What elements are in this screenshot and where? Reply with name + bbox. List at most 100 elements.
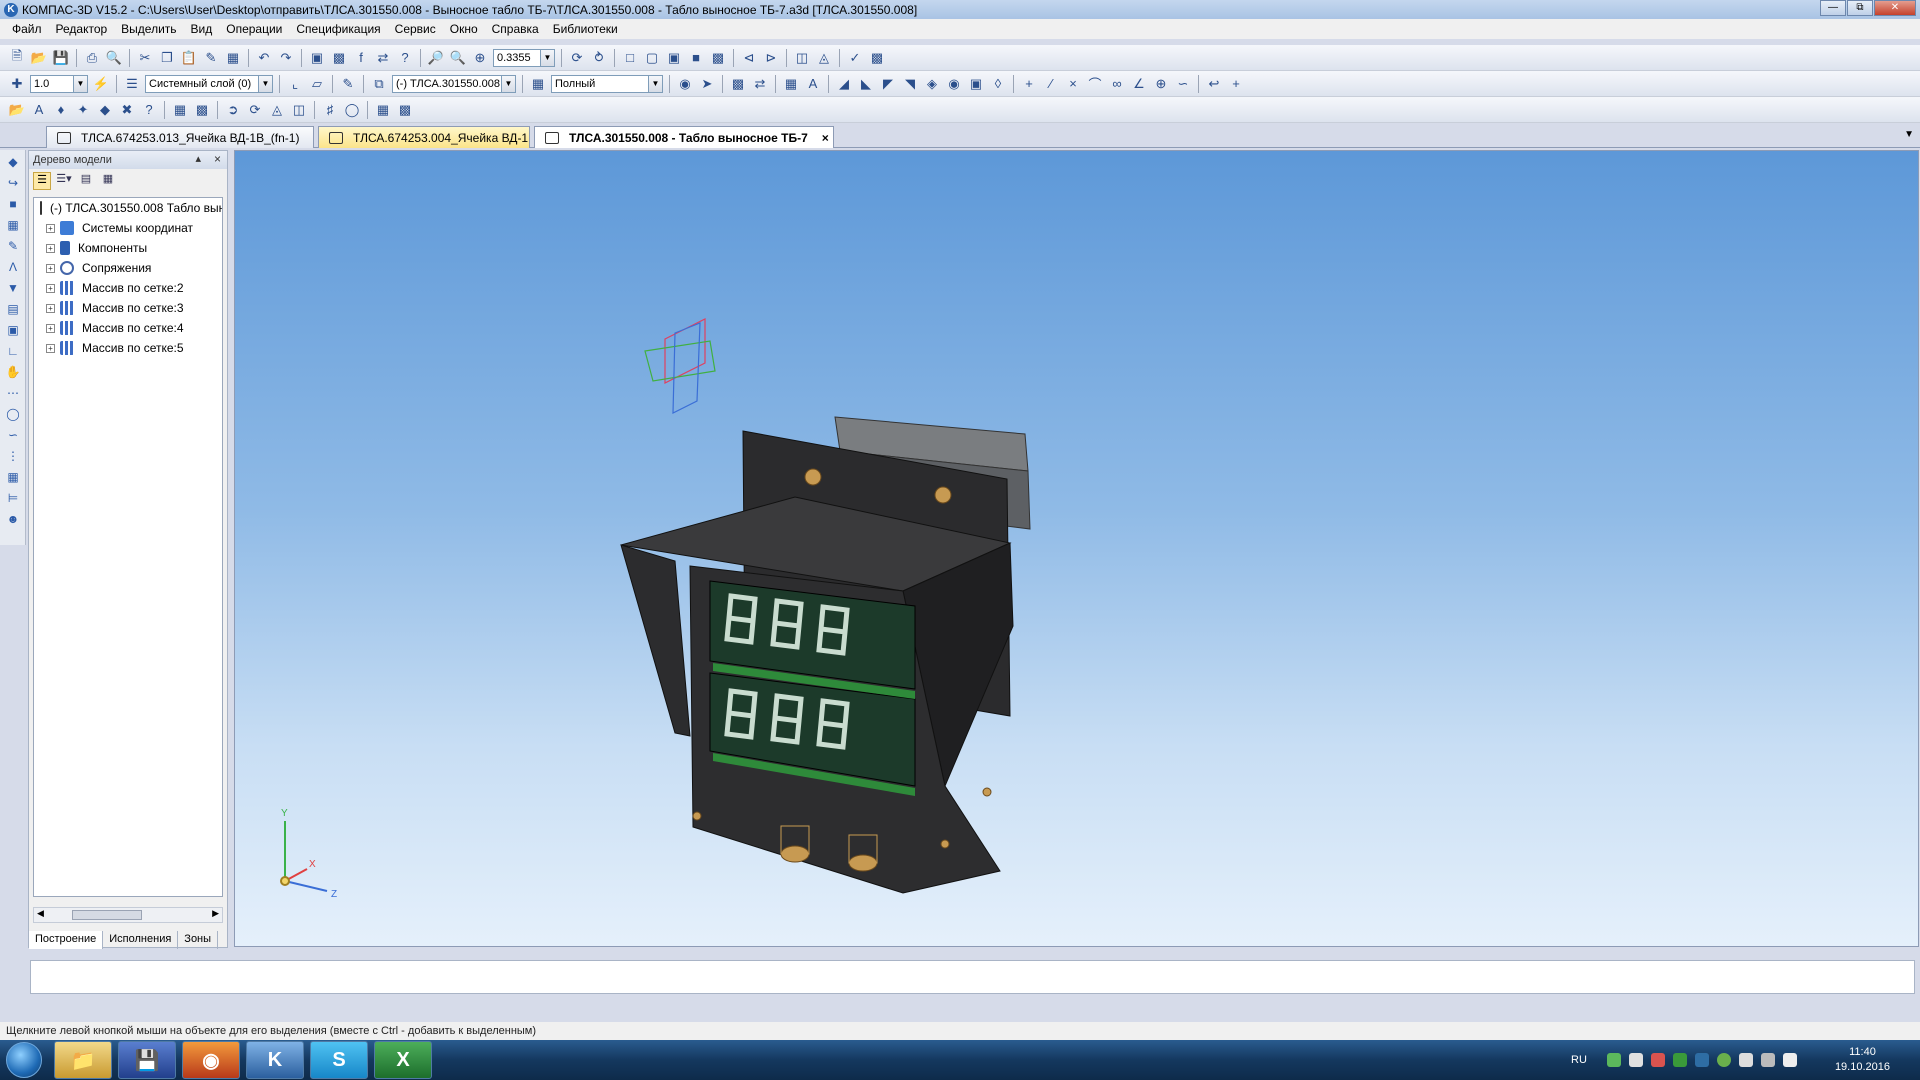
edit-part-icon[interactable]: ◆ (5, 155, 21, 171)
rotate-component-icon[interactable]: ⟳ (246, 101, 264, 119)
expand-icon[interactable]: + (46, 323, 55, 333)
zoom-combo[interactable]: 0.3355 ▼ (493, 48, 555, 67)
axis-icon[interactable]: ∞ (1108, 75, 1126, 93)
pin-icon[interactable]: ▴ (195, 152, 201, 165)
open-icon[interactable]: 📂 (30, 49, 48, 67)
local-cs-icon[interactable]: ⌞ (286, 75, 304, 93)
properties-icon[interactable]: ✎ (202, 49, 220, 67)
wireframe-icon[interactable]: □ (621, 49, 639, 67)
step-icon[interactable]: ✚ (8, 75, 26, 93)
section-icon[interactable]: ⊳ (762, 49, 780, 67)
add-component-icon[interactable]: ◬ (815, 49, 833, 67)
hand-tool-icon[interactable]: ✋ (5, 365, 21, 381)
table-icon[interactable]: ▦ (224, 49, 242, 67)
extrude-icon[interactable]: ■ (5, 197, 21, 213)
mate-icon[interactable]: ♯ (321, 101, 339, 119)
plane-icon[interactable]: ▱ (308, 75, 326, 93)
filter-tool-icon[interactable]: ▼ (5, 281, 21, 297)
tray-app-1-icon[interactable] (1606, 1053, 1621, 1067)
mass-properties-icon[interactable]: ▩ (868, 49, 886, 67)
constraint-icon[interactable]: ⊕ (1152, 75, 1170, 93)
pin-tool-icon[interactable]: ⊨ (5, 491, 21, 507)
people-tool-icon[interactable]: ☻ (5, 512, 21, 528)
variables-icon[interactable]: f (352, 49, 370, 67)
menu-help[interactable]: Справка (492, 22, 539, 36)
tree-item[interactable]: + Системы координат (34, 218, 222, 238)
surface-2-icon[interactable]: ◣ (857, 75, 875, 93)
expand-icon[interactable]: + (46, 303, 55, 313)
component-4-icon[interactable]: ◫ (290, 101, 308, 119)
expand-icon[interactable]: + (46, 343, 55, 353)
tab-cell-vd-1v[interactable]: ТЛСА.674253.013_Ячейка ВД-1В_(fn-1) (46, 126, 314, 148)
redo-icon[interactable]: ↷ (277, 49, 295, 67)
shaded-edges-icon[interactable]: ▩ (709, 49, 727, 67)
menu-window[interactable]: Окно (450, 22, 478, 36)
tray-app-5-icon[interactable] (1694, 1053, 1709, 1067)
menu-editor[interactable]: Редактор (56, 22, 108, 36)
edit-object-icon[interactable]: ✎ (339, 75, 357, 93)
hidden-lines-icon[interactable]: ▢ (643, 49, 661, 67)
surface-7-icon[interactable]: ▣ (967, 75, 985, 93)
tab-zones[interactable]: Зоны (178, 931, 219, 949)
perspective-icon[interactable]: ⊲ (740, 49, 758, 67)
language-indicator[interactable]: RU (1571, 1054, 1587, 1066)
library-icon[interactable]: ▩ (330, 49, 348, 67)
tree-item[interactable]: + Массив по сетке:2 (34, 278, 222, 298)
zoom-window-icon[interactable]: 🔎 (427, 49, 445, 67)
tangent-icon[interactable]: ∽ (1174, 75, 1192, 93)
spec-object-icon[interactable]: ▦ (374, 101, 392, 119)
print-icon[interactable]: ⎙ (83, 49, 101, 67)
chevron-down-icon[interactable]: ▼ (501, 75, 515, 92)
circle-tool-icon[interactable]: ◯ (5, 407, 21, 423)
array-icon[interactable]: ▩ (729, 75, 747, 93)
properties-bar[interactable] (30, 960, 1915, 994)
arc-icon[interactable]: ⌒ (1086, 75, 1104, 93)
print-preview-icon[interactable]: 🔍 (105, 49, 123, 67)
tray-app-4-icon[interactable] (1672, 1053, 1687, 1067)
chevron-down-icon[interactable]: ▼ (73, 75, 87, 92)
undo-icon[interactable]: ↶ (255, 49, 273, 67)
copy-icon[interactable]: ❐ (158, 49, 176, 67)
surface-5-icon[interactable]: ◈ (923, 75, 941, 93)
surface-3-icon[interactable]: ◤ (879, 75, 897, 93)
menu-specification[interactable]: Спецификация (296, 22, 380, 36)
action-center-icon[interactable] (1782, 1053, 1797, 1067)
volume-icon[interactable] (1760, 1053, 1775, 1067)
tree-doc2-icon[interactable]: ▦ (99, 172, 117, 190)
step-combo[interactable]: 1.0 ▼ (30, 74, 88, 93)
excel-icon[interactable]: X (374, 1041, 432, 1079)
feature-2-icon[interactable]: ✦ (74, 101, 92, 119)
tree-item[interactable]: + Массив по сетке:3 (34, 298, 222, 318)
restore-button[interactable]: ⧉ (1847, 0, 1873, 16)
view-mode-icon[interactable]: ▦ (529, 75, 547, 93)
layer-icon[interactable]: ☰ (123, 75, 141, 93)
add-icon[interactable]: + (1227, 75, 1245, 93)
clock[interactable]: 11:40 19.10.2016 (1835, 1045, 1890, 1075)
menu-view[interactable]: Вид (191, 22, 213, 36)
model-viewport[interactable]: Y X Z (234, 150, 1919, 947)
kompas-taskbar-icon[interactable]: K (246, 1041, 304, 1079)
surface-1-icon[interactable]: ◢ (835, 75, 853, 93)
menu-service[interactable]: Сервис (395, 22, 436, 36)
menu-operations[interactable]: Операции (226, 22, 282, 36)
frame-tool-icon[interactable]: ▣ (5, 323, 21, 339)
rotate-icon[interactable]: ⟳ (568, 49, 586, 67)
thin-lines-icon[interactable]: ▣ (665, 49, 683, 67)
designation-icon[interactable]: A (804, 75, 822, 93)
component-icon[interactable]: ◫ (793, 49, 811, 67)
tree-root[interactable]: (-) ТЛСА.301550.008 Табло выносное ТБ-7 (34, 198, 222, 218)
menu-file[interactable]: Файл (12, 22, 42, 36)
check-collision-icon[interactable]: ✓ (846, 49, 864, 67)
paste-icon[interactable]: 📋 (180, 49, 198, 67)
tree-item[interactable]: + Компоненты (34, 238, 222, 258)
table-tool-icon[interactable]: ▦ (5, 470, 21, 486)
assembly-tool-icon[interactable]: ▦ (5, 218, 21, 234)
surface-4-icon[interactable]: ◥ (901, 75, 919, 93)
lock-icon[interactable]: ◯ (343, 101, 361, 119)
menu-select[interactable]: Выделить (121, 22, 176, 36)
part-color-icon[interactable]: ◉ (676, 75, 694, 93)
manager-icon[interactable]: ▣ (308, 49, 326, 67)
line-icon[interactable]: ∕ (1042, 75, 1060, 93)
tab-cell-vd-1[interactable]: ТЛСА.674253.004_Ячейка ВД-1 (318, 126, 530, 148)
scroll-left-icon[interactable]: ◀ (37, 908, 44, 919)
